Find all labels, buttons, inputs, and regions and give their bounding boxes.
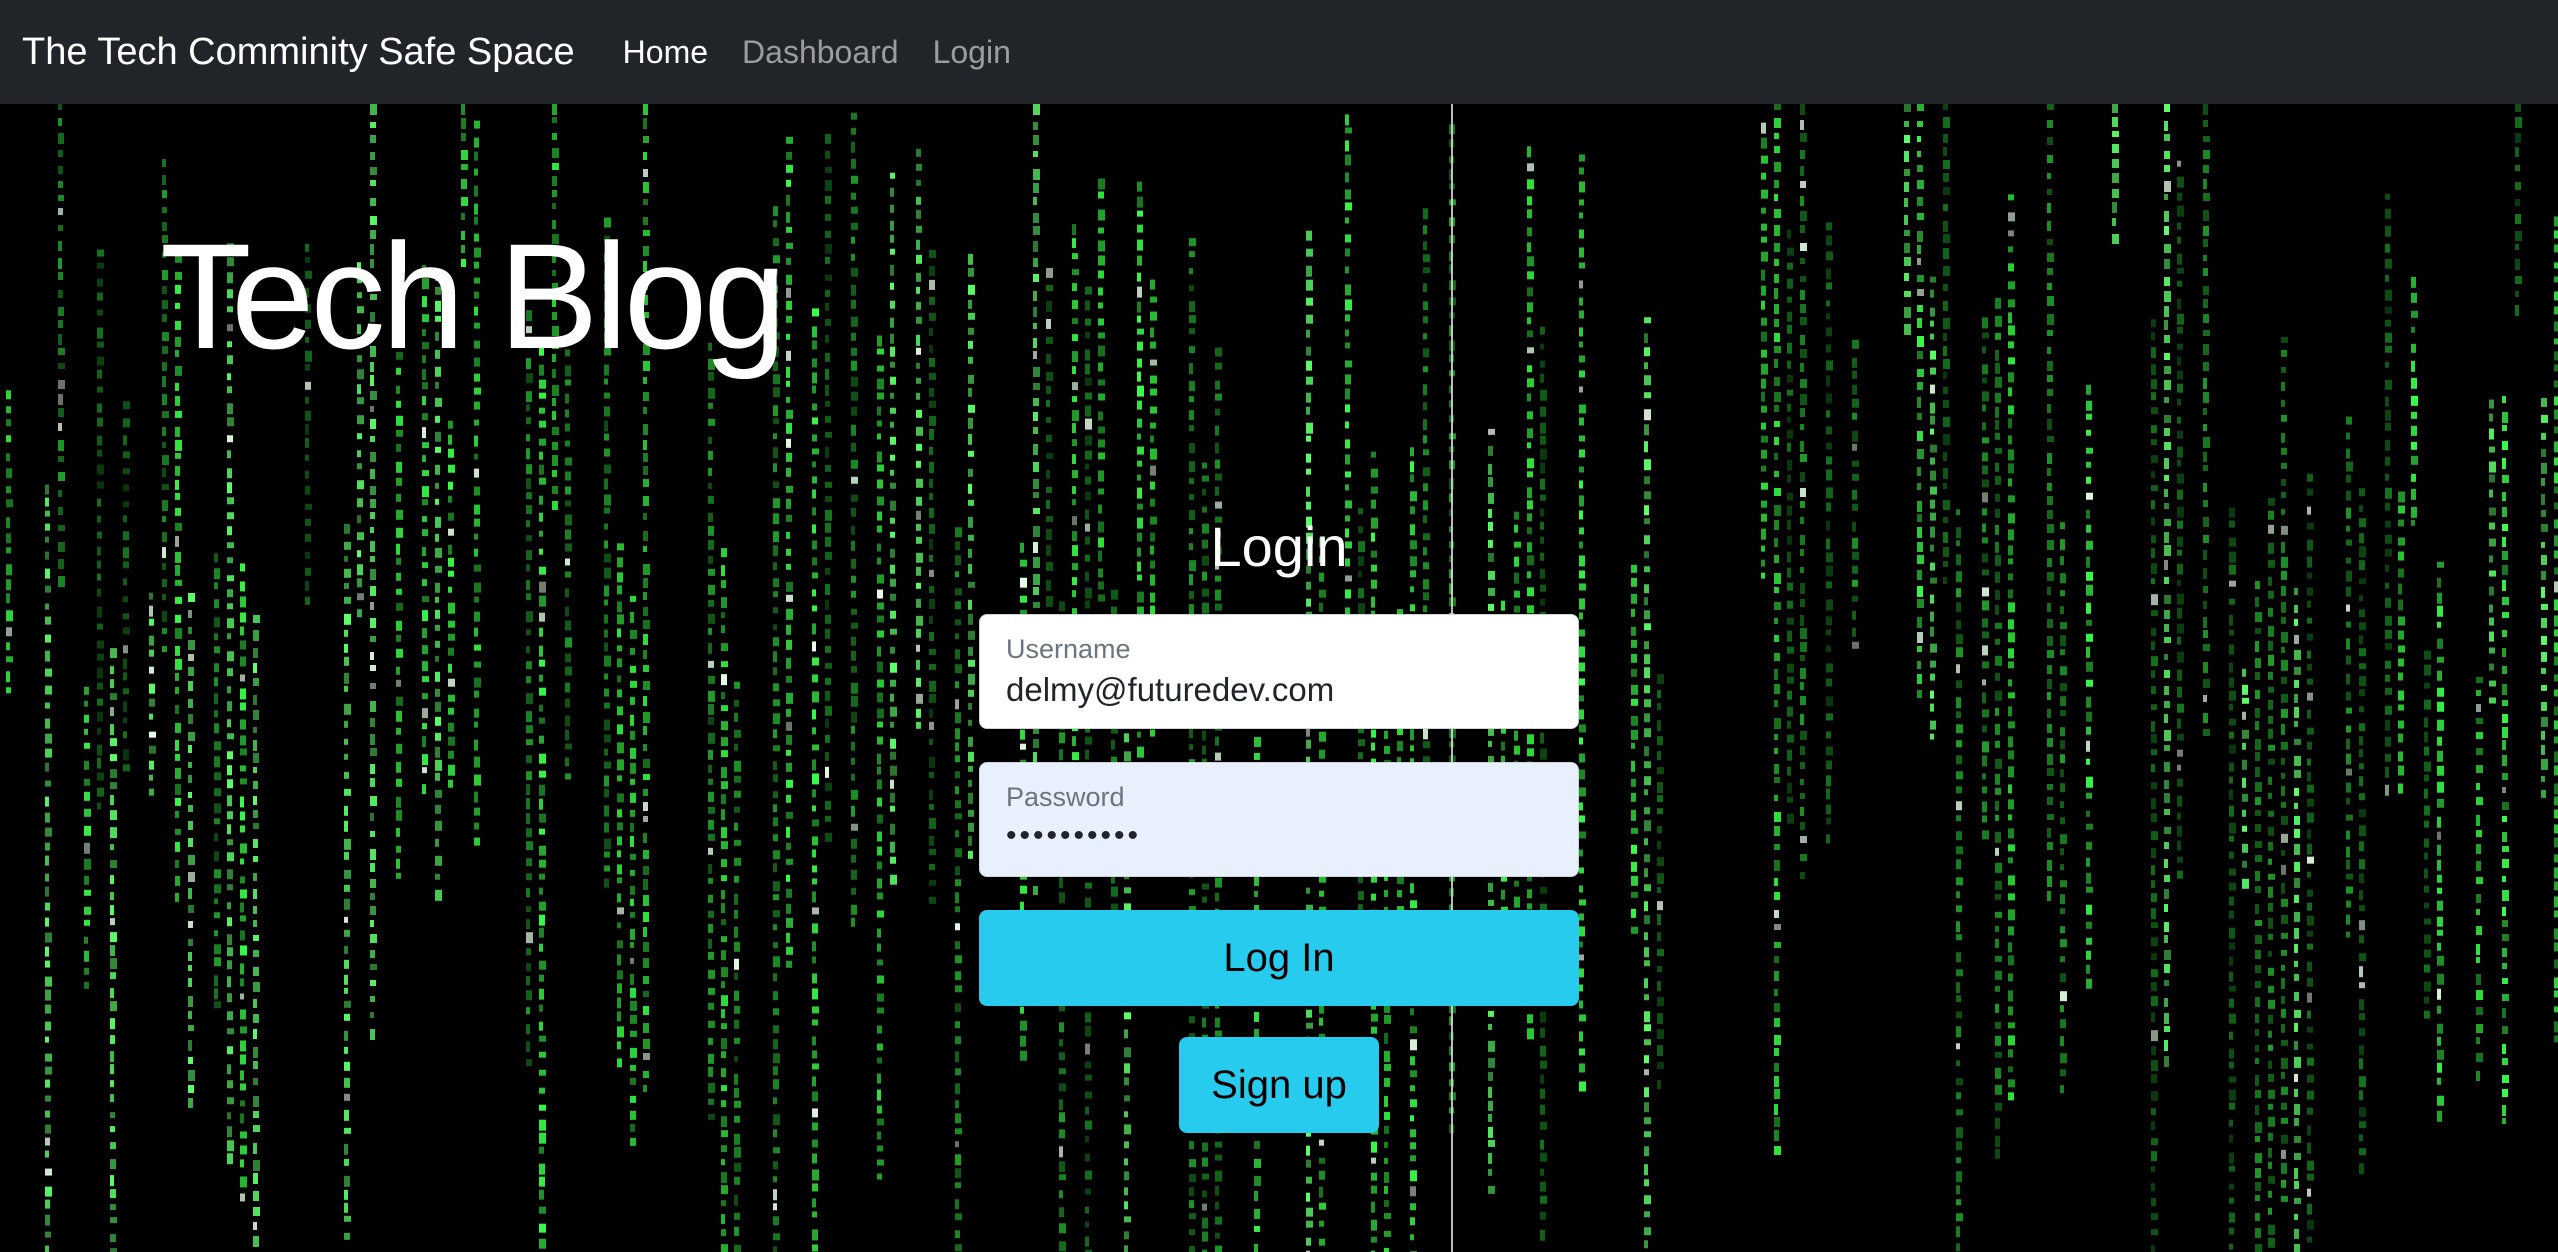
brand-link[interactable]: The Tech Comminity Safe Space: [22, 31, 575, 74]
username-label: Username: [1006, 634, 1131, 664]
nav-link-login[interactable]: Login: [933, 34, 1011, 71]
password-input[interactable]: ••••••••••: [1006, 819, 1552, 853]
password-field[interactable]: Password ••••••••••: [979, 762, 1579, 877]
login-heading: Login: [1210, 515, 1348, 578]
login-button[interactable]: Log In: [979, 910, 1579, 1006]
nav-link-dashboard[interactable]: Dashboard: [742, 34, 899, 71]
top-navbar: The Tech Comminity Safe Space Home Dashb…: [0, 0, 2558, 104]
nav-link-home[interactable]: Home: [623, 34, 708, 71]
hero-title: Tech Blog: [160, 212, 787, 380]
password-label: Password: [1006, 782, 1125, 812]
username-field[interactable]: Username: [979, 614, 1579, 729]
signup-button[interactable]: Sign up: [1179, 1037, 1379, 1133]
username-input[interactable]: [1006, 671, 1552, 709]
hero-section: Tech Blog Login Username Password ••••••…: [0, 104, 2558, 1252]
